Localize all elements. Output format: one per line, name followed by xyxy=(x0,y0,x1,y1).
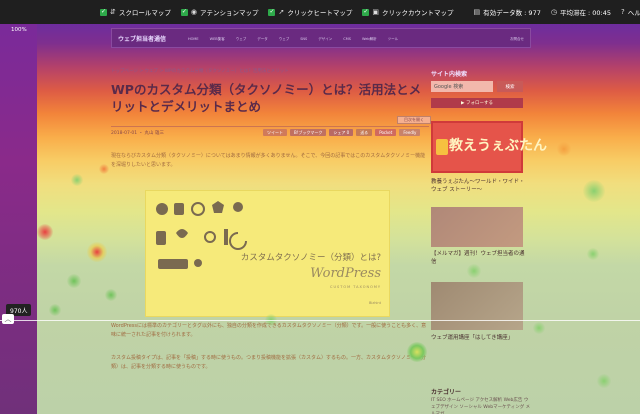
body-paragraph: カスタム投稿タイプは、記事を「投稿」する時に使うもの。つまり投稿機能を拡張（カス… xyxy=(111,355,426,370)
database-icon: ▤ xyxy=(473,8,481,16)
share-pocket-button[interactable]: Pocket xyxy=(375,129,397,136)
site-search-input[interactable]: Google 検索 xyxy=(431,81,493,92)
taxonomy-icons xyxy=(156,201,247,269)
newsletter-thumbnail[interactable] xyxy=(431,207,523,247)
heat-spot xyxy=(583,180,605,202)
sidebar-search-title: サイト内検索 xyxy=(431,71,468,78)
toggle-label: アテンションマップ xyxy=(199,9,259,17)
checkbox-checked-icon[interactable]: ✓ xyxy=(268,8,276,16)
checkbox-checked-icon[interactable]: ✓ xyxy=(362,8,370,16)
scroll-percent-label: 100% xyxy=(11,27,27,33)
chevron-up-icon[interactable]: ︿ xyxy=(2,314,14,324)
scroll-reach-line xyxy=(0,320,640,321)
nav-item[interactable]: Web解析 xyxy=(362,37,377,42)
scroll-map-icon: ⇵ xyxy=(110,8,116,16)
site-nav: HOME WEB集客 ウェブ データ ウェブ SNS デザイン CMS Web解… xyxy=(188,37,398,42)
data-count: ▤ 有効データ数 : 977 xyxy=(473,7,540,17)
nav-item[interactable]: ウェブ xyxy=(279,37,290,42)
nav-item[interactable]: ウェブ xyxy=(236,37,247,42)
feature-subtitle: CUSTOM TAXONOMY xyxy=(330,285,381,289)
heat-spot xyxy=(37,224,53,240)
search-button[interactable]: 検索 xyxy=(497,81,523,92)
avg-time-text: 平均滞在 : 00:45 xyxy=(559,9,612,17)
seminar-caption[interactable]: ウェブ運用講座「はしてき講座」 xyxy=(431,334,526,342)
heat-spot xyxy=(557,142,571,156)
heat-spot xyxy=(467,264,481,278)
toggle-label: スクロールマップ xyxy=(118,9,171,17)
feature-heading: カスタムタクソノミー（分類）とは? xyxy=(240,253,381,263)
toggle-click-heatmap[interactable]: ✓ ➚ クリックヒートマップ xyxy=(268,7,352,17)
article-title: WPのカスタム分類（タクソノミー）とは？活用法とメリットとデメリットまとめ xyxy=(111,82,422,114)
scroll-gauge xyxy=(0,24,37,414)
nav-contact[interactable]: お問合せ xyxy=(510,37,524,42)
help-icon: ? xyxy=(621,8,625,16)
heatmap-toolbar: ✓ ⇵ スクロールマップ ✓ ◉ アテンションマップ ✓ ➚ クリックヒートマッ… xyxy=(0,0,640,24)
heat-spot xyxy=(587,248,599,260)
toggle-scroll-map[interactable]: ✓ ⇵ スクロールマップ xyxy=(100,7,171,17)
site-header: ウェブ担当者通信 HOME WEB集客 ウェブ データ ウェブ SNS デザイン… xyxy=(111,28,531,48)
book-icon xyxy=(436,139,448,155)
nav-item[interactable]: SNS xyxy=(300,37,307,42)
help-link[interactable]: ? ヘルプ xyxy=(621,7,640,17)
toc-button[interactable]: 目次を開く xyxy=(397,116,431,124)
intro-paragraph: 現在ならびカスタム分類（タクソノミー）についてはあまり情報が多くありません。そこ… xyxy=(111,153,426,168)
article-meta: 2018-07-01 ・ 丸山 雄三 xyxy=(111,131,164,136)
follow-button[interactable]: ▶ フォローする xyxy=(431,98,523,108)
toggle-attention-map[interactable]: ✓ ◉ アテンションマップ xyxy=(180,7,259,17)
nav-item[interactable]: WEB集客 xyxy=(210,37,225,42)
site-logo[interactable]: ウェブ担当者通信 xyxy=(118,34,166,43)
heat-spot xyxy=(597,374,611,388)
toggle-click-count-map[interactable]: ✓ ▣ クリックカウントマップ xyxy=(362,7,453,17)
nav-item[interactable]: HOME xyxy=(188,37,199,42)
heat-spot xyxy=(99,164,109,174)
nav-item[interactable]: デザイン xyxy=(318,37,332,42)
help-label: ヘルプ xyxy=(627,9,640,17)
nav-item[interactable]: ツール xyxy=(388,37,399,42)
checkbox-checked-icon[interactable]: ✓ xyxy=(100,8,107,16)
counter-icon: ▣ xyxy=(372,8,379,16)
title-divider xyxy=(111,126,429,127)
eye-icon: ◉ xyxy=(190,8,197,16)
heat-spot xyxy=(67,274,81,288)
share-facebook-button[interactable]: シェア 0 xyxy=(329,129,354,136)
data-count-text: 有効データ数 : 977 xyxy=(483,9,541,17)
feature-site: Bizhint xyxy=(369,301,381,305)
share-tweet-button[interactable]: ツイート xyxy=(263,129,287,136)
heatmap-page: ウェブ担当者通信 HOME WEB集客 ウェブ データ ウェブ SNS デザイン… xyxy=(37,24,640,414)
heat-spot xyxy=(407,342,427,362)
banner-caption[interactable]: 教養うぇぶたん〜ワールド・ワイド・ウェブ ストーリー〜 xyxy=(431,178,526,194)
featured-image: カスタムタクソノミー（分類）とは? WordPress CUSTOM TAXON… xyxy=(145,190,390,317)
seminar-thumbnail[interactable] xyxy=(431,282,523,330)
clock-icon: ◷ xyxy=(550,8,557,16)
webtan-banner[interactable]: 教えうぇぶたん xyxy=(431,121,547,173)
banner-text: 教えうぇぶたん xyxy=(449,138,547,154)
checkbox-checked-icon[interactable]: ✓ xyxy=(180,8,188,16)
category-list[interactable]: IT SEO ホームページ アクセス解析 Web広告 ウェブデザイン ソーシャル… xyxy=(431,397,531,414)
category-title: カテゴリー xyxy=(431,389,462,396)
share-hatena-button[interactable]: B!ブックマーク xyxy=(290,129,327,136)
nav-item[interactable]: CMS xyxy=(343,37,351,42)
breadcrumb[interactable]: トップページ > ウェブ > WPのカスタム分類（タクソノミー）とは？活用法とメ… xyxy=(111,68,289,74)
cursor-icon: ➚ xyxy=(278,8,285,16)
heat-spot xyxy=(105,289,117,301)
share-feedly-button[interactable]: Feedly xyxy=(399,129,421,136)
newsletter-caption[interactable]: 【メルマガ】週刊！ウェブ担当者の通信 xyxy=(431,250,526,266)
toggle-label: クリックヒートマップ xyxy=(287,9,353,17)
heat-spot xyxy=(71,174,83,186)
heat-spot xyxy=(49,304,61,316)
heat-spot xyxy=(87,242,107,262)
nav-item[interactable]: データ xyxy=(257,37,268,42)
avg-time: ◷ 平均滞在 : 00:45 xyxy=(551,7,611,17)
share-line-button[interactable]: 送る xyxy=(356,129,373,136)
share-buttons: ツイート B!ブックマーク シェア 0 送る Pocket Feedly xyxy=(263,129,421,136)
feature-wordpress: WordPress xyxy=(310,266,381,281)
toggle-label: クリックカウントマップ xyxy=(381,9,454,17)
heat-spot xyxy=(533,322,545,334)
